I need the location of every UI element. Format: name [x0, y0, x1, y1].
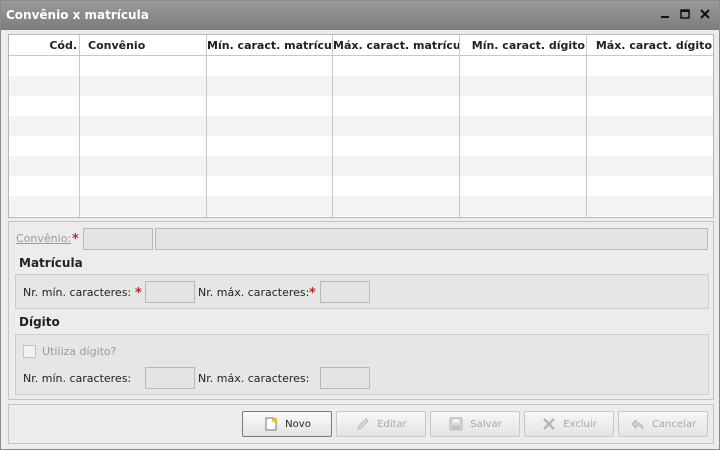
- column-divider: [586, 35, 587, 217]
- required-mark: *: [72, 232, 79, 247]
- table-row[interactable]: [9, 196, 713, 216]
- column-header-convenio[interactable]: Convênio: [88, 35, 208, 56]
- minimize-button[interactable]: [657, 6, 673, 22]
- table-row[interactable]: [9, 156, 713, 176]
- grid-header: Cód. Convênio Mín. caract. matrícula Máx…: [9, 35, 713, 56]
- digito-min-label: Nr. mín. caracteres:: [23, 372, 132, 385]
- table-row[interactable]: [9, 176, 713, 196]
- excluir-label: Excluir: [563, 418, 597, 430]
- maximize-button[interactable]: [677, 6, 693, 22]
- window: Convênio x matrícula Cód. Convênio Mín. …: [0, 0, 720, 450]
- salvar-button[interactable]: Salvar: [430, 411, 520, 437]
- required-mark: *: [309, 286, 316, 301]
- column-header-min-matricula[interactable]: Mín. caract. matrícula: [207, 35, 331, 56]
- table-row[interactable]: [9, 56, 713, 76]
- convenio-label[interactable]: Convênio:: [16, 232, 71, 245]
- editar-button[interactable]: Editar: [336, 411, 426, 437]
- column-divider: [206, 35, 207, 217]
- digito-min-input[interactable]: [145, 367, 195, 389]
- matricula-min-label: Nr. mín. caracteres:: [23, 286, 132, 299]
- form-panel: Convênio: * Matrícula Nr. mín. caractere…: [8, 221, 714, 400]
- maximize-icon: [680, 9, 690, 19]
- table-row[interactable]: [9, 76, 713, 96]
- new-document-icon: [265, 417, 278, 431]
- salvar-label: Salvar: [470, 418, 502, 430]
- digito-group: Utiliza dígito? Nr. mín. caracteres: Nr.…: [15, 334, 709, 395]
- close-icon: [700, 9, 710, 19]
- novo-label: Novo: [285, 418, 311, 430]
- delete-icon: [543, 418, 556, 430]
- column-divider: [459, 35, 460, 217]
- column-header-max-matricula[interactable]: Máx. caract. matrícula: [333, 35, 459, 56]
- table-row[interactable]: [9, 136, 713, 156]
- undo-icon: [631, 419, 644, 431]
- required-mark: *: [135, 286, 142, 301]
- table-row[interactable]: [9, 116, 713, 136]
- digito-max-input[interactable]: [320, 367, 370, 389]
- convenio-code-input[interactable]: [83, 228, 153, 250]
- pencil-icon: [357, 418, 369, 430]
- matricula-max-label: Nr. máx. caracteres:: [198, 286, 310, 299]
- window-title: Convênio x matrícula: [6, 8, 149, 22]
- matricula-max-input[interactable]: [320, 281, 370, 303]
- utiliza-digito-checkbox[interactable]: [23, 345, 36, 358]
- matricula-section-title: Matrícula: [19, 256, 83, 270]
- utiliza-digito-label: Utiliza dígito?: [42, 345, 117, 358]
- column-header-cod[interactable]: Cód.: [9, 35, 79, 56]
- window-controls: [657, 6, 713, 22]
- title-bar: Convênio x matrícula: [1, 1, 719, 30]
- column-divider: [79, 35, 80, 217]
- column-divider: [332, 35, 333, 217]
- digito-max-label: Nr. máx. caracteres:: [198, 372, 310, 385]
- minimize-icon: [661, 16, 669, 18]
- excluir-button[interactable]: Excluir: [524, 411, 614, 437]
- table-row[interactable]: [9, 96, 713, 116]
- novo-button[interactable]: Novo: [242, 411, 332, 437]
- cancelar-button[interactable]: Cancelar: [618, 411, 708, 437]
- matricula-group: Nr. mín. caracteres: * Nr. máx. caracter…: [15, 274, 709, 309]
- digito-section-title: Dígito: [19, 315, 60, 329]
- column-header-max-digito[interactable]: Máx. caract. dígito: [587, 35, 712, 56]
- column-header-min-digito[interactable]: Mín. caract. dígito: [461, 35, 585, 56]
- button-bar: Novo Editar Salvar Excluir Cancelar: [8, 404, 714, 444]
- cancelar-label: Cancelar: [651, 418, 697, 430]
- matricula-min-input[interactable]: [145, 281, 195, 303]
- grid-body[interactable]: [9, 56, 713, 217]
- convenio-name-input[interactable]: [155, 228, 708, 250]
- data-grid[interactable]: Cód. Convênio Mín. caract. matrícula Máx…: [8, 34, 714, 218]
- save-icon: [449, 417, 463, 431]
- close-button[interactable]: [697, 6, 713, 22]
- editar-label: Editar: [377, 418, 407, 430]
